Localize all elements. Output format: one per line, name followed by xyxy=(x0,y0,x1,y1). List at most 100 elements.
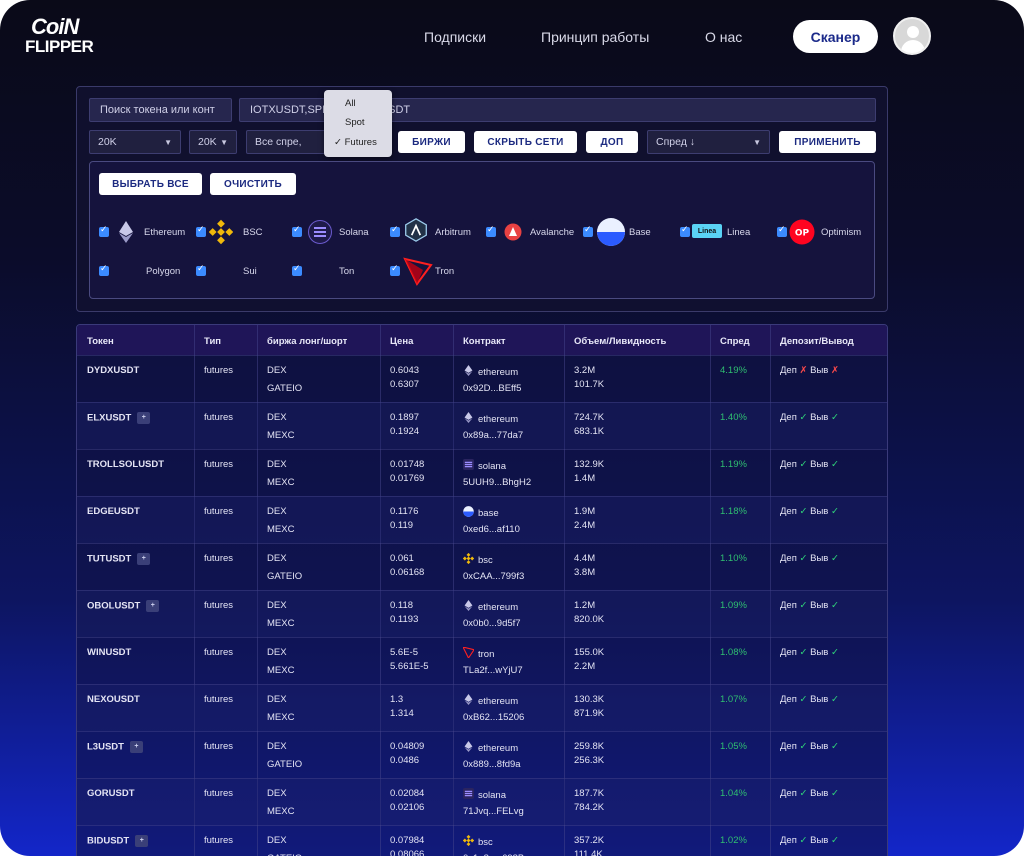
table-row[interactable]: NEXOUSDT futures DEX MEXC 1.3 1.314 ethereum 0x… xyxy=(77,684,887,731)
checkbox-solana[interactable] xyxy=(292,224,302,237)
bsc-icon xyxy=(463,835,474,846)
bsc-icon xyxy=(209,219,233,245)
token-cell[interactable]: BIDUSDT + xyxy=(87,835,149,847)
header-spread[interactable]: Спред xyxy=(720,336,750,347)
type-cell: futures xyxy=(204,365,234,376)
clear-button[interactable]: ОЧИСТИТЬ xyxy=(210,173,296,195)
checkbox-sui[interactable] xyxy=(196,263,206,276)
token-cell[interactable]: TROLLSOLUSDT xyxy=(87,459,164,470)
type-option-all[interactable]: All xyxy=(345,98,356,109)
type-cell: futures xyxy=(204,459,234,470)
table-row[interactable]: ELXUSDT + futures DEX MEXC 0.1897 0.1924 ethere… xyxy=(77,402,887,449)
price-long: 0.118 xyxy=(390,600,414,611)
checkbox-arbitrum[interactable] xyxy=(390,224,400,237)
table-row[interactable]: BIDUSDT+futuresDEXGATEIO0.079840.08066bs… xyxy=(77,825,887,856)
contract-address[interactable]: 0xed6...af110 xyxy=(463,524,520,535)
checkbox-linea[interactable] xyxy=(680,224,690,237)
type-cell: futures xyxy=(204,553,234,564)
contract-address[interactable]: 0xCAA...799f3 xyxy=(463,571,524,582)
apply-button[interactable]: ПРИМЕНИТЬ xyxy=(779,131,876,153)
table-row[interactable]: DYDXUSDT futures DEX GATEIO 0.6043 0.6307 ethe… xyxy=(77,355,887,402)
contract-address[interactable]: 71Jvq...FELvg xyxy=(463,806,524,817)
header-exchange[interactable]: биржа лонг/шорт xyxy=(267,336,347,347)
type-option-spot[interactable]: Spot xyxy=(345,117,365,128)
table-row[interactable]: GORUSDT futures DEX MEXC 0.02084 0.02106 solan… xyxy=(77,778,887,825)
exchange-long: DEX xyxy=(267,459,287,470)
checkbox-tron[interactable] xyxy=(390,263,400,276)
search-input[interactable]: Поиск токена или конт xyxy=(89,98,232,122)
contract-address[interactable]: 0x889...8fd9a xyxy=(463,759,521,770)
exchanges-button[interactable]: БИРЖИ xyxy=(398,131,465,153)
exchange-long: DEX xyxy=(267,600,287,611)
contract-address[interactable]: 0x0b0...9d5f7 xyxy=(463,618,521,629)
volume-value: 3.2M xyxy=(574,365,596,376)
token-cell[interactable]: OBOLUSDT + xyxy=(87,600,160,612)
liquidity-value: 101.7K xyxy=(574,379,605,390)
liquidity-select[interactable]: 20K ▼ xyxy=(189,130,237,154)
withdraw-status-icon: ✓ xyxy=(830,600,839,611)
sort-select[interactable]: Спред ↓ ▼ xyxy=(647,130,770,154)
type-option-futures[interactable]: ✓ Futures xyxy=(334,137,377,148)
table-row[interactable]: TUTUSDT + futures DEX GATEIO 0.061 0.06168 bsc 0… xyxy=(77,543,887,590)
token-cell[interactable]: L3USDT + xyxy=(87,741,143,753)
token-cell[interactable]: ELXUSDT + xyxy=(87,412,151,424)
expand-icon[interactable]: + xyxy=(137,553,151,565)
withdraw-label: Выв xyxy=(810,600,829,611)
coinflipper-logo[interactable]: CoiN FLIPPER xyxy=(25,14,105,60)
token-cell[interactable]: WINUSDT xyxy=(87,647,131,658)
price-short: 0.08066 xyxy=(390,849,425,856)
checkbox-optimism[interactable] xyxy=(777,224,787,237)
table-row[interactable]: EDGEUSDT futures DEX MEXC 0.1176 0.119 base 0xe… xyxy=(77,496,887,543)
header-contract[interactable]: Контракт xyxy=(463,336,506,347)
expand-icon[interactable]: + xyxy=(146,600,160,612)
token-cell[interactable]: NEXOUSDT xyxy=(87,694,140,705)
token-cell[interactable]: EDGEUSDT xyxy=(87,506,140,517)
nav-about[interactable]: О нас xyxy=(705,29,742,45)
contract-address[interactable]: 0x89a...77da7 xyxy=(463,430,523,441)
price-long: 0.1897 xyxy=(390,412,420,423)
extra-button[interactable]: ДОП xyxy=(586,131,638,153)
checkbox-avalanche[interactable] xyxy=(486,224,496,237)
expand-icon[interactable]: + xyxy=(137,412,151,424)
withdraw-status-icon: ✓ xyxy=(830,694,839,705)
checkbox-ton[interactable] xyxy=(292,263,302,276)
spread-value: 1.18% xyxy=(720,506,747,517)
contract-address[interactable]: 0xB62...15206 xyxy=(463,712,524,723)
checkbox-ethereum[interactable] xyxy=(99,224,109,237)
checkbox-base[interactable] xyxy=(583,224,593,237)
withdraw-label: Выв xyxy=(810,459,829,470)
spread-select[interactable]: Все спре, xyxy=(246,130,326,154)
header-price[interactable]: Цена xyxy=(390,336,413,347)
contract-address[interactable]: 5UUH9...BhgH2 xyxy=(463,477,531,488)
contract-address[interactable]: TLa2f...wYjU7 xyxy=(463,665,523,676)
hide-networks-button[interactable]: СКРЫТЬ СЕТИ xyxy=(474,131,577,153)
table-row[interactable]: OBOLUSDT + futures DEX MEXC 0.118 0.1193 ethere… xyxy=(77,590,887,637)
type-dropdown[interactable]: All Spot ✓ Futures xyxy=(324,90,392,157)
table-row[interactable]: TROLLSOLUSDT futures DEX MEXC 0.01748 0.01769… xyxy=(77,449,887,496)
user-avatar[interactable] xyxy=(893,17,931,55)
contract-address[interactable]: 0x92D...BEff5 xyxy=(463,383,521,394)
spread-value: 1.07% xyxy=(720,694,747,705)
header-volume[interactable]: Объем/Ливидность xyxy=(574,336,666,347)
volume-select[interactable]: 20K ▼ xyxy=(89,130,181,154)
token-cell[interactable]: TUTUSDT + xyxy=(87,553,151,565)
table-row[interactable]: WINUSDT futures DEX MEXC 5.6E-5 5.661E-5 tron T… xyxy=(77,637,887,684)
deposit-label: Деп xyxy=(780,788,797,799)
checkmark-icon: ✓ xyxy=(334,137,342,148)
table-row[interactable]: L3USDT + futures DEX GATEIO 0.04809 0.0486 ethe… xyxy=(77,731,887,778)
checkbox-bsc[interactable] xyxy=(196,224,206,237)
nav-how-it-works[interactable]: Принцип работы xyxy=(541,29,649,45)
nav-subscriptions[interactable]: Подписки xyxy=(424,29,486,45)
expand-icon[interactable]: + xyxy=(129,741,143,753)
expand-icon[interactable]: + xyxy=(135,835,149,847)
chain-name: bsc xyxy=(478,837,493,848)
header-token[interactable]: Токен xyxy=(87,336,114,347)
scanner-button[interactable]: Сканер xyxy=(793,20,878,53)
header-type[interactable]: Тип xyxy=(204,336,221,347)
token-cell[interactable]: GORUSDT xyxy=(87,788,135,799)
checkbox-polygon[interactable] xyxy=(99,263,109,276)
chain-name: solana xyxy=(478,790,506,801)
header-deposit-withdraw[interactable]: Депозит/Вывод xyxy=(780,336,854,347)
token-cell[interactable]: DYDXUSDT xyxy=(87,365,139,376)
select-all-button[interactable]: ВЫБРАТЬ ВСЕ xyxy=(99,173,202,195)
